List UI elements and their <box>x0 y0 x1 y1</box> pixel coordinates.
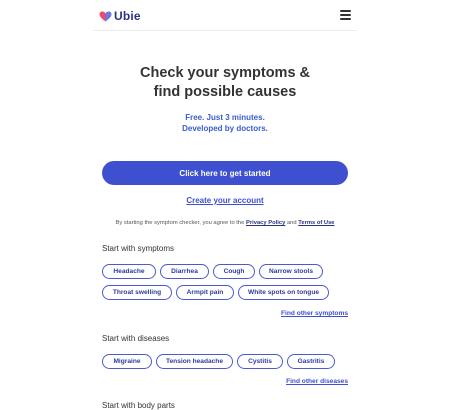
hero-title-line1: Check your symptoms & <box>139 65 311 81</box>
symptom-chip-armpit-pain[interactable]: Armpit pain <box>176 285 234 300</box>
heart-logo-icon <box>99 11 112 21</box>
diseases-section-title: Start with diseases <box>102 334 170 343</box>
get-started-button[interactable]: Click here to get started <box>102 161 348 185</box>
hero-subtitle-line1: Free. Just 3 minutes. <box>185 113 265 122</box>
find-other-diseases-link[interactable]: Find other diseases <box>286 378 348 385</box>
hamburger-menu-icon[interactable] <box>340 10 351 20</box>
logo-text: Ubie <box>114 9 141 23</box>
symptom-chip-headache[interactable]: Headache <box>102 264 156 279</box>
hero-title-line2: find possible causes <box>153 84 297 100</box>
privacy-policy-link[interactable]: Privacy Policy <box>246 220 285 226</box>
disease-chip-tension-headache[interactable]: Tension headache <box>156 354 233 369</box>
disease-chip-cystitis[interactable]: Cystitis <box>237 354 283 369</box>
disease-chip-gastritis[interactable]: Gastritis <box>287 354 335 369</box>
symptom-chip-throat-swelling[interactable]: Throat swelling <box>102 285 172 300</box>
terms-notice: By starting the symptom checker, you agr… <box>93 220 357 226</box>
hero-subtitle: Free. Just 3 minutes. Developed by docto… <box>93 112 357 134</box>
symptom-chip-diarrhea[interactable]: Diarrhea <box>160 264 209 279</box>
hero-subtitle-line2: Developed by doctors. <box>182 124 268 133</box>
find-other-symptoms-link[interactable]: Find other symptoms <box>281 310 348 317</box>
symptom-chip-white-spots-on-tongue[interactable]: White spots on tongue <box>238 285 329 300</box>
page: Ubie Check your symptoms & find possible… <box>93 0 357 410</box>
create-account-link[interactable]: Create your account <box>93 196 357 205</box>
symptoms-section-title: Start with symptoms <box>102 244 175 253</box>
header: Ubie <box>93 0 357 31</box>
body-parts-section-title: Start with body parts <box>102 401 175 410</box>
hero-title: Check your symptoms & find possible caus… <box>93 64 357 102</box>
disease-chip-migraine[interactable]: Migraine <box>102 354 152 369</box>
terms-of-use-link[interactable]: Terms of Use <box>298 220 334 226</box>
terms-and: and <box>286 220 297 226</box>
symptom-chip-cough[interactable]: Cough <box>213 264 255 279</box>
logo[interactable]: Ubie <box>99 9 141 23</box>
terms-prefix: By starting the symptom checker, you agr… <box>115 220 245 226</box>
symptom-chip-narrow-stools[interactable]: Narrow stools <box>259 264 323 279</box>
